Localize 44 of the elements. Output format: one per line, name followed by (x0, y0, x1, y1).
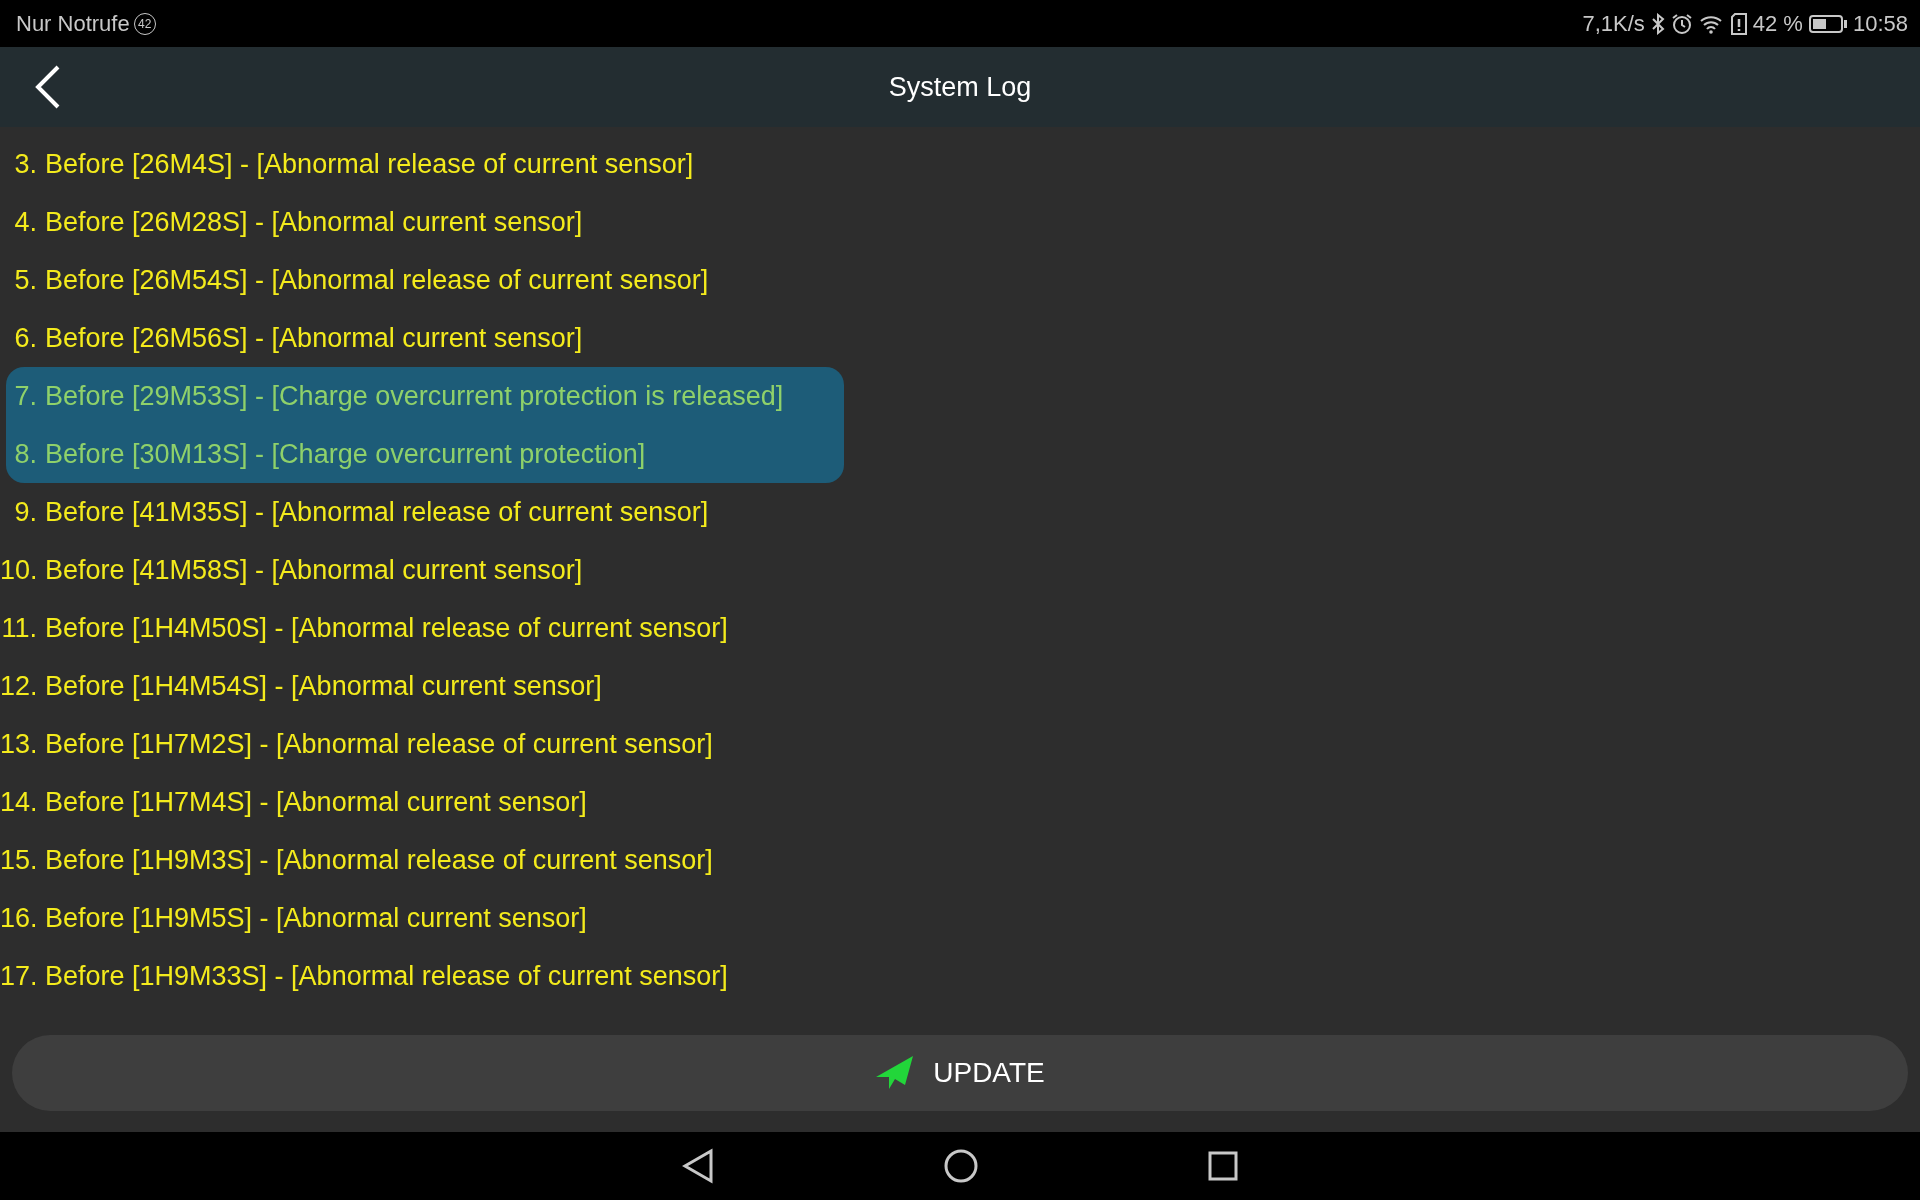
log-entry: Before [41M35S] - [Abnormal release of current sensor] (44, 496, 709, 528)
log-index: 4. (13, 206, 37, 238)
carrier-text: Nur Notrufe (16, 10, 130, 37)
bluetooth-icon (1650, 12, 1665, 35)
log-index: 15. (0, 844, 37, 876)
log-entry: Before [26M54S] - [Abnormal release of current sensor] (44, 264, 709, 296)
log-index: 6. (13, 322, 37, 354)
battery-percent: 42 % (1752, 10, 1803, 37)
log-entry: Before [1H4M54S] - [Abnormal current sensor] (44, 670, 602, 702)
log-entry: Before [1H9M3S] - [Abnormal release of current sensor] (44, 844, 713, 876)
log-entry: Before [26M56S] - [Abnormal current sensor] (44, 322, 583, 354)
log-index: 11. (0, 612, 37, 644)
log-entry: Before [1H7M4S] - [Abnormal current sensor] (44, 786, 587, 818)
recents-nav-button[interactable] (1208, 1151, 1238, 1181)
log-entry: Before [1H9M5S] - [Abnormal current sensor] (44, 902, 587, 934)
log-entry: Before [1H7M2S] - [Abnormal release of current sensor] (44, 728, 713, 760)
log-index: 12. (0, 670, 37, 702)
update-button[interactable]: UPDATE (12, 1035, 1908, 1111)
log-index: 5. (13, 264, 37, 296)
log-entry: Before [1H4M50S] - [Abnormal release of current sensor] (44, 612, 728, 644)
log-index: 7. (13, 380, 37, 412)
back-nav-button[interactable] (682, 1148, 714, 1184)
log-entry: Before [1H9M33S] - [Abnormal release of current sensor] (44, 960, 728, 992)
log-entry: Before [26M4S] - [Abnormal release of current sensor] (44, 148, 694, 180)
log-index: 14. (0, 786, 37, 818)
log-index: 16. (0, 902, 37, 934)
log-entry: Before [30M13S] - [Charge overcurrent protection] (44, 438, 646, 470)
alarm-icon (1670, 12, 1693, 35)
network-speed: 7,1K/s (1582, 10, 1645, 37)
log-index: 9. (13, 496, 37, 528)
screen-title: System Log (888, 71, 1032, 103)
sim-alert-icon (1730, 12, 1747, 35)
log-entry: Before [29M53S] - [Charge overcurrent protection is released] (44, 380, 784, 412)
log-index: 8. (13, 438, 37, 470)
log-index: 3. (13, 148, 37, 180)
log-entry: Before [26M28S] - [Abnormal current sensor] (44, 206, 583, 238)
paper-plane-icon (875, 1055, 916, 1091)
log-index: 17. (0, 960, 37, 992)
log-entry: Before [41M58S] - [Abnormal current sensor] (44, 554, 583, 586)
log-index: 10. (0, 554, 37, 586)
home-nav-button[interactable] (944, 1149, 978, 1183)
log-index: 13. (0, 728, 37, 760)
battery-icon (1808, 13, 1847, 34)
clock-time: 10:58 (1852, 10, 1908, 37)
